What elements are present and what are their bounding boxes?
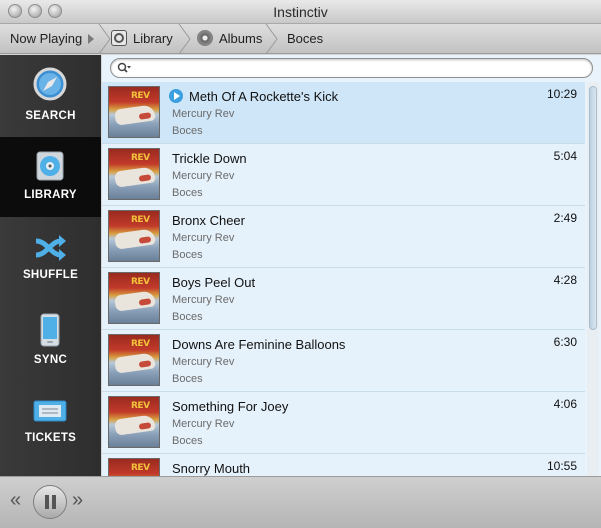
separator-icon [98, 24, 111, 54]
table-row[interactable]: REV Trickle Down Mercury Rev Boces 5:04 [102, 144, 585, 206]
sidebar-item-label: SEARCH [25, 110, 76, 122]
track-album: Boces [172, 311, 203, 323]
track-duration: 5:04 [553, 149, 577, 163]
sidebar-item-tickets[interactable]: TICKETS [0, 381, 101, 461]
next-track-button[interactable]: » [72, 489, 83, 512]
track-artist: Mercury Rev [172, 232, 235, 244]
track-artist: Mercury Rev [172, 418, 235, 430]
breadcrumb-library[interactable]: Library [111, 30, 173, 46]
sidebar-item-label: TICKETS [24, 432, 77, 444]
separator-icon [178, 24, 191, 54]
breadcrumb-now-playing[interactable]: Now Playing [10, 31, 95, 46]
track-duration: 6:30 [553, 335, 577, 349]
track-title: Something For Joey [172, 399, 289, 414]
search-input[interactable] [135, 60, 585, 76]
breadcrumb-albums[interactable]: Albums [197, 30, 262, 46]
table-row[interactable]: REV Downs Are Feminine Balloons Mercury … [102, 330, 585, 392]
chevron-right-icon [88, 33, 95, 44]
sidebar-item-shuffle[interactable]: SHUFFLE [0, 219, 101, 299]
breadcrumb-albums-label: Albums [219, 30, 263, 46]
library-icon [111, 30, 127, 46]
ticket-icon [33, 400, 67, 422]
sidebar-item-label: LIBRARY [24, 189, 77, 201]
title-bar: Instinctiv [0, 0, 601, 24]
cd-icon [36, 151, 64, 181]
transport-bar: « » [0, 476, 601, 528]
album-art: REV [108, 334, 160, 386]
track-list-panel: REV Meth Of A Rockette's Kick Mercury Re… [102, 55, 601, 476]
track-duration: 4:06 [553, 397, 577, 411]
table-row[interactable]: REV Boys Peel Out Mercury Rev Boces 4:28 [102, 268, 585, 330]
sidebar-item-search[interactable]: SEARCH [0, 57, 101, 137]
track-artist: Mercury Rev [172, 108, 235, 120]
track-artist: Mercury Rev [172, 356, 235, 368]
sidebar-item-library[interactable]: LIBRARY [0, 137, 101, 217]
sidebar: SEARCH LIBRARY SHUFFLE SYNC TICKETS [0, 55, 101, 476]
previous-track-button[interactable]: « [10, 489, 21, 512]
breadcrumb-current[interactable]: Boces [287, 31, 323, 46]
track-album: Boces [172, 435, 203, 447]
track-duration: 10:55 [546, 459, 577, 473]
scrollbar[interactable] [587, 82, 599, 476]
table-row[interactable]: REV Something For Joey Mercury Rev Boces… [102, 392, 585, 454]
track-artist: Mercury Rev [172, 294, 235, 306]
breadcrumb-now-playing-label: Now Playing [10, 31, 83, 46]
track-title: Snorry Mouth [172, 461, 251, 476]
album-art: REV [108, 458, 160, 476]
search-icon[interactable] [117, 62, 131, 74]
ipod-icon [40, 313, 60, 347]
track-duration: 2:49 [553, 211, 577, 225]
album-art: REV [108, 396, 160, 448]
play-icon [169, 89, 183, 103]
track-title: Boys Peel Out [172, 275, 256, 290]
album-art: REV [108, 210, 160, 262]
track-title: Meth Of A Rockette's Kick [189, 89, 339, 104]
track-title: Trickle Down [172, 151, 247, 166]
shuffle-icon [35, 235, 66, 261]
table-row[interactable]: REV Meth Of A Rockette's Kick Mercury Re… [102, 82, 585, 144]
sidebar-item-label: SYNC [33, 354, 68, 366]
track-album: Boces [172, 125, 203, 137]
track-duration: 4:28 [553, 273, 577, 287]
track-album: Boces [172, 187, 203, 199]
compass-icon [33, 67, 67, 101]
track-title: Downs Are Feminine Balloons [172, 337, 346, 352]
sidebar-item-sync[interactable]: SYNC [0, 301, 101, 381]
search-field[interactable] [110, 58, 593, 78]
album-art: REV [108, 272, 160, 324]
track-album: Boces [172, 249, 203, 261]
window-title: Instinctiv [273, 4, 328, 20]
track-list: REV Meth Of A Rockette's Kick Mercury Re… [102, 82, 585, 476]
scrollbar-thumb[interactable] [589, 86, 597, 330]
track-artist: Mercury Rev [172, 170, 235, 182]
table-row[interactable]: REV Snorry Mouth 10:55 [102, 454, 585, 476]
track-duration: 10:29 [546, 87, 577, 101]
album-art: REV [108, 86, 160, 138]
album-art: REV [108, 148, 160, 200]
track-title: Bronx Cheer [172, 213, 245, 228]
pause-button[interactable] [33, 485, 67, 519]
track-album: Boces [172, 373, 203, 385]
breadcrumb-library-label: Library [133, 30, 173, 46]
breadcrumb: Now Playing Library Albums Boces [0, 24, 601, 54]
sidebar-item-label: SHUFFLE [22, 269, 79, 281]
disc-icon [197, 30, 213, 46]
breadcrumb-current-label: Boces [287, 31, 324, 46]
table-row[interactable]: REV Bronx Cheer Mercury Rev Boces 2:49 [102, 206, 585, 268]
separator-icon [265, 24, 278, 54]
